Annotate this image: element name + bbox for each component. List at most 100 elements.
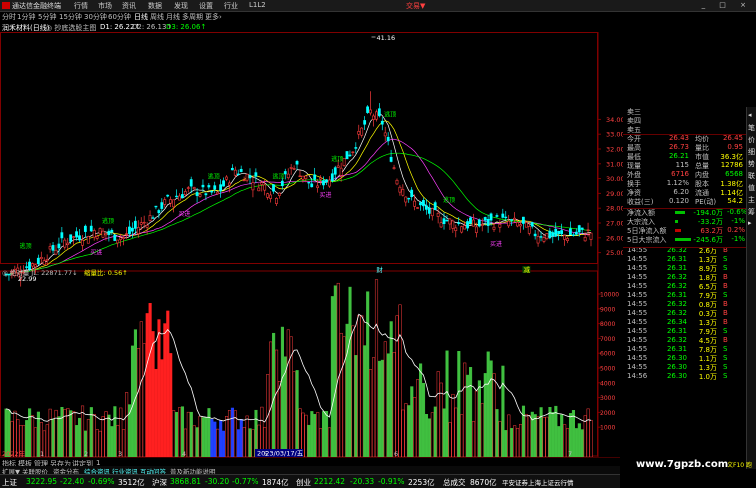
candle-body bbox=[319, 177, 322, 180]
volume-bar bbox=[554, 405, 558, 457]
menu-item-industry[interactable]: 行业 bbox=[224, 1, 238, 11]
side-button-0[interactable]: ◂ bbox=[748, 111, 752, 119]
side-button-9[interactable]: ▸ bbox=[748, 219, 752, 227]
index-cy-amount: 2253亿 bbox=[408, 478, 435, 487]
volume-bar bbox=[177, 407, 182, 457]
vol-tick-label: 7000 bbox=[600, 336, 615, 343]
menu-item-quotes[interactable]: 行情 bbox=[74, 1, 88, 11]
volume-bar bbox=[28, 408, 32, 457]
period-5min[interactable]: 5分钟 bbox=[38, 12, 56, 22]
menu-item-news[interactable]: 资讯 bbox=[122, 1, 136, 11]
side-button-4[interactable]: 势 bbox=[748, 159, 755, 169]
volume-bar bbox=[560, 414, 564, 457]
menu-item-settings[interactable]: 设置 bbox=[199, 1, 213, 11]
quote-row: 收益(三) 0.120 PE(动) 54.2 bbox=[623, 197, 746, 206]
index-ticker-bar: 上证 3222.95 -22.40 -0.69% 3512亿 沪深 3868.8… bbox=[0, 474, 620, 488]
kline-chart[interactable]: 34.00 33.00 32.00 31.00 30.00 29.00 28.00 27.00… bbox=[0, 32, 623, 457]
volume-bar bbox=[551, 412, 555, 457]
candle-body bbox=[542, 237, 546, 242]
candle-body bbox=[178, 195, 181, 201]
candle-body bbox=[536, 236, 540, 244]
candle-body bbox=[107, 230, 111, 235]
side-button-7[interactable]: 主 bbox=[748, 195, 755, 205]
tick-row: 14:55 26.31 7.8万 S bbox=[623, 345, 746, 354]
volume-bar bbox=[389, 321, 393, 457]
period-more[interactable]: 更多› bbox=[205, 12, 222, 22]
volume-bar bbox=[48, 408, 52, 457]
volume-bar bbox=[421, 382, 426, 457]
volume-bar bbox=[433, 406, 437, 457]
period-60min[interactable]: 60分钟 bbox=[108, 12, 131, 22]
menu-item-discover[interactable]: 发现 bbox=[174, 1, 188, 11]
period-weekly[interactable]: 周线 bbox=[150, 12, 164, 22]
tick-time: 14:55 bbox=[627, 309, 648, 317]
trade-button[interactable]: 交易▼ bbox=[406, 1, 425, 11]
quote-value: 26.43 bbox=[668, 134, 689, 142]
period-fenshi[interactable]: 分时 bbox=[2, 12, 16, 22]
period-1min[interactable]: 1分钟 bbox=[17, 12, 35, 22]
volume-bar bbox=[175, 412, 179, 457]
flow-pct: 0.2% bbox=[727, 226, 745, 234]
period-multi[interactable]: 多周期 bbox=[182, 12, 203, 22]
index-hs-amount: 1874亿 bbox=[262, 478, 289, 487]
menu-item-l1l2[interactable]: L1L2 bbox=[249, 1, 266, 9]
period-monthly[interactable]: 月线 bbox=[166, 12, 180, 22]
candle-body bbox=[222, 180, 225, 187]
quote-value: 0.95 bbox=[727, 143, 743, 151]
index-hs-name[interactable]: 沪深 bbox=[152, 477, 167, 488]
candle-body bbox=[413, 200, 417, 207]
volume-bar bbox=[457, 351, 461, 457]
volume-bar bbox=[60, 406, 64, 457]
candle-body bbox=[242, 179, 246, 182]
volume-bar bbox=[45, 424, 49, 457]
candle-body bbox=[195, 192, 199, 196]
window-buttons[interactable]: _ □ × bbox=[702, 1, 752, 9]
side-button-8[interactable]: 筹 bbox=[748, 207, 755, 217]
candle-body bbox=[366, 106, 369, 113]
volume-bar bbox=[333, 285, 337, 457]
title-bar: 通达信金融终端 行情 市场 资讯 数据 发现 设置 行业 L1L2 交易▼ _ … bbox=[0, 0, 756, 12]
side-button-1[interactable]: 笔 bbox=[748, 123, 755, 133]
candle-body bbox=[586, 229, 590, 231]
volume-bar bbox=[377, 360, 381, 457]
side-button-3[interactable]: 细 bbox=[748, 147, 755, 157]
volume-bar bbox=[145, 313, 149, 457]
app-logo-icon bbox=[2, 2, 10, 9]
tick-row: 14:55 26.31 1.3万 S bbox=[623, 255, 746, 264]
volume-bar bbox=[195, 427, 199, 457]
volume-bar bbox=[380, 359, 384, 457]
volume-bar bbox=[427, 418, 431, 457]
sell-level-row: 卖三 bbox=[623, 107, 746, 116]
news-ticker[interactable]: 平安证券上海上证云行情 bbox=[502, 477, 574, 487]
index-sh-name[interactable]: 上证 bbox=[2, 477, 17, 488]
candle-body bbox=[175, 195, 178, 198]
menu-item-market[interactable]: 市场 bbox=[98, 1, 112, 11]
candle-body bbox=[95, 236, 99, 239]
candle-body bbox=[45, 259, 49, 262]
candle-body bbox=[416, 207, 419, 209]
period-daily[interactable]: 日线 bbox=[134, 12, 148, 22]
panel-divider bbox=[623, 247, 746, 248]
volume-bar bbox=[548, 407, 552, 457]
side-button-5[interactable]: 联 bbox=[748, 171, 755, 181]
period-30min[interactable]: 30分钟 bbox=[84, 12, 107, 22]
candle-body bbox=[398, 186, 402, 193]
quote-row: 最低 26.21 市值 36.3亿 bbox=[623, 152, 746, 161]
tick-row: 14:55 26.32 0.8万 B bbox=[623, 300, 746, 309]
volume-bar bbox=[430, 412, 434, 457]
candle-body bbox=[266, 193, 270, 198]
quote-value: 26.21 bbox=[668, 152, 689, 160]
signal-buy-label: 买进 bbox=[319, 191, 331, 199]
x-axis-label: 1 bbox=[40, 450, 44, 457]
tick-price: 26.32 bbox=[666, 309, 687, 317]
candle-body bbox=[189, 179, 193, 187]
side-button-2[interactable]: 价 bbox=[748, 135, 755, 145]
volume-bar bbox=[160, 359, 164, 457]
volume-bar bbox=[51, 418, 55, 457]
menu-item-data[interactable]: 数据 bbox=[148, 1, 162, 11]
volume-bar bbox=[395, 315, 399, 457]
side-button-6[interactable]: 值 bbox=[748, 183, 755, 193]
index-cy-name[interactable]: 创业 bbox=[296, 477, 311, 488]
period-15min[interactable]: 15分钟 bbox=[59, 12, 82, 22]
volume-bar bbox=[504, 430, 508, 457]
